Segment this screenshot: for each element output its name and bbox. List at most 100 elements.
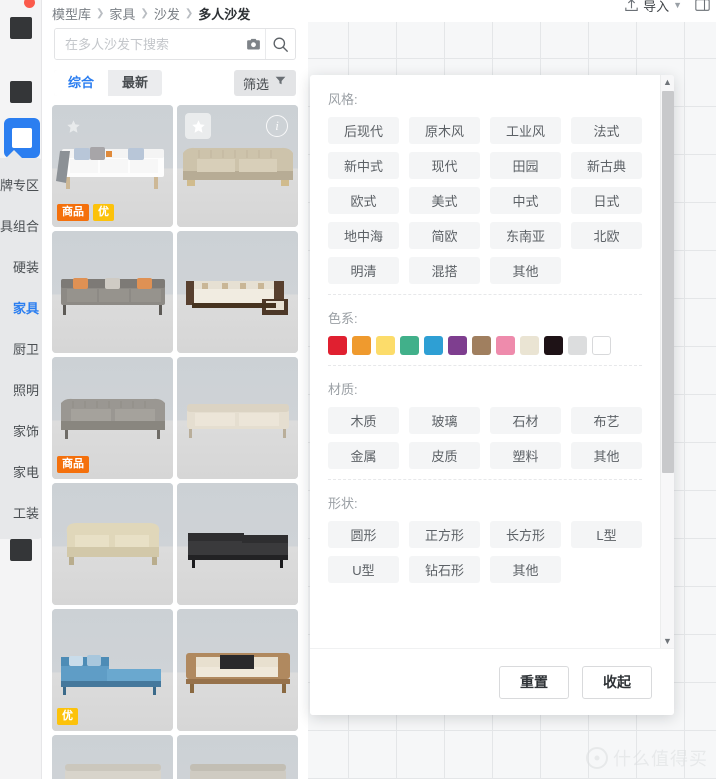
model-card[interactable]	[52, 483, 173, 605]
chip-style-11[interactable]: 日式	[571, 187, 642, 214]
sidebar-item-home-decor[interactable]: 家饰	[0, 410, 42, 451]
filter-button[interactable]: 筛选	[233, 70, 296, 96]
chip-shape-2[interactable]: 长方形	[490, 521, 561, 548]
swatch-pink[interactable]	[496, 336, 515, 355]
chip-material-4[interactable]: 金属	[328, 442, 399, 469]
rail-icon-1	[10, 17, 32, 39]
chip-style-0[interactable]: 后现代	[328, 117, 399, 144]
swatch-yellow[interactable]	[376, 336, 395, 355]
filter-group-material: 材质: 木质 玻璃 石材 布艺 金属 皮质 塑料 其他	[328, 365, 642, 479]
chip-style-1[interactable]: 原木风	[409, 117, 480, 144]
model-card[interactable]: i	[177, 105, 298, 227]
chip-material-1[interactable]: 玻璃	[409, 407, 480, 434]
chip-style-16[interactable]: 明清	[328, 257, 399, 284]
tab-comprehensive[interactable]: 综合	[54, 70, 109, 96]
chip-style-3[interactable]: 法式	[571, 117, 642, 144]
model-thumbnail	[185, 281, 288, 315]
model-card[interactable]	[52, 735, 173, 779]
chip-material-7[interactable]: 其他	[571, 442, 642, 469]
rail-item-2[interactable]	[0, 64, 42, 120]
rail-item-1[interactable]	[0, 0, 42, 56]
camera-icon[interactable]	[241, 29, 265, 59]
chip-material-6[interactable]: 塑料	[490, 442, 561, 469]
chip-style-2[interactable]: 工业风	[490, 117, 561, 144]
chevron-down-icon[interactable]: ▼	[661, 634, 674, 648]
sidebar-item-kitchen-bath[interactable]: 厨卫	[0, 328, 42, 369]
swatch-light-gray[interactable]	[568, 336, 587, 355]
panel-layout-button[interactable]	[692, 0, 712, 15]
sidebar-item-furniture-set[interactable]: 家具组合	[0, 205, 42, 246]
chip-style-7[interactable]: 新古典	[571, 152, 642, 179]
model-thumbnail	[187, 533, 288, 568]
chip-shape-3[interactable]: L型	[571, 521, 642, 548]
chip-shape-1[interactable]: 正方形	[409, 521, 480, 548]
chip-style-12[interactable]: 地中海	[328, 222, 399, 249]
swatch-orange[interactable]	[352, 336, 371, 355]
filter-scrollbar[interactable]: ▲ ▼	[660, 75, 674, 648]
favorite-icon[interactable]	[60, 113, 86, 139]
chip-material-2[interactable]: 石材	[490, 407, 561, 434]
sidebar-item-appliances[interactable]: 家电	[0, 451, 42, 492]
model-card[interactable]	[177, 231, 298, 353]
collapse-button[interactable]: 收起	[582, 665, 652, 699]
chip-style-18[interactable]: 其他	[490, 257, 561, 284]
search-input[interactable]	[55, 29, 241, 59]
rail-icon-bottom	[10, 539, 32, 561]
swatch-black[interactable]	[544, 336, 563, 355]
chip-style-4[interactable]: 新中式	[328, 152, 399, 179]
model-card[interactable]	[52, 231, 173, 353]
chip-style-6[interactable]: 田园	[490, 152, 561, 179]
model-thumbnail	[60, 398, 165, 439]
swatch-purple[interactable]	[448, 336, 467, 355]
chip-style-10[interactable]: 中式	[490, 187, 561, 214]
model-card[interactable]: 商品	[52, 357, 173, 479]
sidebar-item-brand-zone[interactable]: 品牌专区	[0, 164, 42, 205]
chip-material-3[interactable]: 布艺	[571, 407, 642, 434]
chip-style-17[interactable]: 混搭	[409, 257, 480, 284]
model-card[interactable]: 商品 优	[52, 105, 173, 227]
swatch-white[interactable]	[592, 336, 611, 355]
sidebar-item-lighting[interactable]: 照明	[0, 369, 42, 410]
tab-newest[interactable]: 最新	[108, 70, 162, 96]
chevron-up-icon[interactable]: ▲	[661, 75, 674, 89]
chip-shape-6[interactable]: 其他	[490, 556, 561, 583]
breadcrumb-item-0[interactable]: 模型库	[52, 4, 91, 23]
chip-style-13[interactable]: 简欧	[409, 222, 480, 249]
status-badge-goods: 商品	[57, 456, 89, 473]
chip-material-0[interactable]: 木质	[328, 407, 399, 434]
scrollbar-thumb[interactable]	[662, 91, 674, 473]
swatch-blue[interactable]	[424, 336, 443, 355]
favorite-icon[interactable]	[185, 113, 211, 139]
sort-tabs-row: 综合 最新 筛选	[54, 70, 296, 96]
model-card[interactable]	[177, 609, 298, 731]
chip-style-14[interactable]: 东南亚	[490, 222, 561, 249]
breadcrumb-item-1[interactable]: 家具	[109, 4, 135, 23]
chip-shape-4[interactable]: U型	[328, 556, 399, 583]
chip-style-8[interactable]: 欧式	[328, 187, 399, 214]
chip-style-15[interactable]: 北欧	[571, 222, 642, 249]
chip-style-9[interactable]: 美式	[409, 187, 480, 214]
breadcrumb-item-2[interactable]: 沙发	[154, 4, 180, 23]
swatch-brown[interactable]	[472, 336, 491, 355]
reset-button[interactable]: 重置	[499, 665, 569, 699]
sidebar-item-commercial[interactable]: 工装	[0, 492, 42, 533]
upload-icon	[623, 0, 640, 14]
swatch-green[interactable]	[400, 336, 419, 355]
search-button[interactable]	[265, 29, 295, 59]
model-card[interactable]	[177, 735, 298, 779]
swatch-red[interactable]	[328, 336, 347, 355]
breadcrumb: 模型库 ❯ 家具 ❯ 沙发 ❯ 多人沙发	[42, 0, 308, 24]
chip-style-5[interactable]: 现代	[409, 152, 480, 179]
chip-material-5[interactable]: 皮质	[409, 442, 480, 469]
sidebar-item-hard-decor[interactable]: 硬装	[0, 246, 42, 287]
model-card[interactable]	[177, 483, 298, 605]
chip-shape-5[interactable]: 钻石形	[409, 556, 480, 583]
chip-shape-0[interactable]: 圆形	[328, 521, 399, 548]
info-icon[interactable]: i	[264, 113, 290, 139]
swatch-beige[interactable]	[520, 336, 539, 355]
sidebar-item-furniture[interactable]: 家具	[0, 287, 42, 328]
import-button[interactable]: 导入 ▼	[619, 0, 686, 17]
model-card[interactable]: 优	[52, 609, 173, 731]
model-card[interactable]	[177, 357, 298, 479]
model-thumbnail	[55, 147, 164, 189]
